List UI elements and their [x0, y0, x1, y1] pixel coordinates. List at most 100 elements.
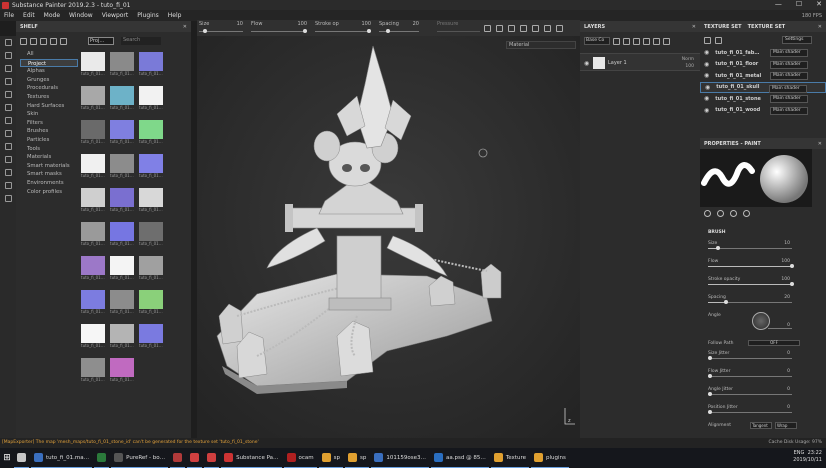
texture-set-name[interactable]: tuto_fi_01_fab… — [715, 50, 759, 56]
taskbar-app[interactable] — [170, 448, 186, 468]
param-knob[interactable] — [724, 300, 729, 304]
resource-thumbnail[interactable]: tuto_fi_01… — [110, 222, 134, 247]
layer-opacity[interactable]: 100 — [685, 64, 694, 69]
jitter-value[interactable]: 0 — [787, 369, 790, 374]
color-picker-icon[interactable] — [4, 117, 12, 124]
add-mask-icon[interactable] — [623, 37, 630, 45]
resource-thumbnail[interactable]: tuto_fi_01… — [139, 86, 163, 111]
category-item[interactable]: Color profiles — [20, 188, 78, 197]
size-value[interactable]: 10 — [237, 21, 243, 27]
category-item[interactable]: Procedurals — [20, 84, 78, 93]
resource-thumbnail[interactable]: tuto_fi_01… — [139, 290, 163, 315]
taskbar-app[interactable]: sp — [345, 448, 370, 468]
resource-thumbnail[interactable]: tuto_fi_01… — [81, 324, 105, 349]
alpha-tab-icon[interactable] — [730, 210, 737, 217]
resource-thumbnail[interactable]: tuto_fi_01… — [110, 324, 134, 349]
jitter-knob[interactable] — [708, 410, 712, 414]
layer-row[interactable]: ◉ Layer 1 Norm 100 — [580, 53, 700, 71]
taskbar-app[interactable]: Substance Pa… — [221, 448, 282, 468]
stencil-tab-icon[interactable] — [743, 210, 750, 217]
projection-icon[interactable] — [4, 65, 12, 72]
param-knob[interactable] — [790, 282, 794, 286]
visibility-toggle-icon[interactable] — [704, 36, 711, 44]
symmetry-icon[interactable] — [484, 24, 491, 32]
shader-select[interactable]: Main shader — [770, 72, 808, 80]
spacing-value[interactable]: 20 — [413, 21, 419, 27]
flow-value[interactable]: 100 — [297, 21, 307, 27]
menu-mode[interactable]: Mode — [44, 12, 60, 19]
category-item[interactable]: Alphas — [20, 67, 78, 76]
category-item[interactable]: Tools — [20, 145, 78, 154]
brush-param-row[interactable]: Angle 0 — [708, 312, 792, 330]
brush-param-row[interactable]: Spacing 20 — [708, 295, 792, 307]
material-sphere-preview[interactable] — [756, 149, 812, 207]
texture-set-name[interactable]: tuto_fi_01_metal — [715, 73, 761, 79]
shader-select[interactable]: Main shader — [770, 60, 808, 69]
import-icon[interactable] — [30, 37, 37, 45]
category-item[interactable]: Filters — [20, 119, 78, 128]
resource-thumbnail[interactable]: tuto_fi_01… — [139, 154, 163, 179]
taskbar-app[interactable] — [94, 448, 110, 468]
param-knob[interactable] — [716, 246, 721, 250]
log-icon[interactable] — [4, 156, 12, 163]
jitter-value[interactable]: 0 — [787, 351, 790, 356]
texture-set-item[interactable]: ◉ tuto_fi_01_stone Main shader — [700, 93, 826, 104]
resource-thumbnail[interactable]: tuto_fi_01… — [110, 86, 134, 111]
taskbar-app[interactable] — [14, 448, 29, 468]
resource-thumbnail[interactable]: tuto_fi_01… — [139, 188, 163, 213]
size-slider[interactable]: Size 10 — [197, 20, 243, 36]
delete-icon[interactable] — [50, 37, 57, 45]
alignment-mode-select[interactable]: Tangent — [750, 422, 772, 429]
stroke-value[interactable]: 100 — [361, 21, 371, 27]
jitter-row[interactable]: Size Jitter 0 — [708, 351, 792, 363]
layer-visibility-icon[interactable]: ◉ — [584, 60, 589, 67]
smudge-icon[interactable] — [4, 91, 12, 98]
layer-blend-mode[interactable]: Norm — [682, 57, 694, 62]
texture-set-item[interactable]: ◉ tuto_fi_01_skull Main shader — [700, 81, 826, 93]
jitter-row[interactable]: Position Jitter 0 — [708, 405, 792, 417]
texture-set-item[interactable]: ◉ tuto_fi_01_fab… Main shader — [700, 47, 826, 58]
delete-layer-icon[interactable] — [663, 37, 670, 45]
jitter-knob[interactable] — [708, 374, 712, 378]
category-item[interactable]: All — [20, 50, 78, 59]
add-layer-icon[interactable] — [643, 37, 650, 45]
category-item[interactable]: Textures — [20, 93, 78, 102]
settings-dropdown[interactable]: Settings — [782, 36, 812, 44]
alignment-wrap-select[interactable]: Wrap — [775, 422, 797, 429]
texture-set-tab[interactable]: TEXTURE SET — [704, 24, 742, 30]
shelf-filter-field[interactable]: Proj… — [88, 37, 114, 45]
jitter-knob[interactable] — [708, 356, 712, 360]
resource-thumbnail[interactable]: tuto_fi_01… — [110, 154, 134, 179]
eye-icon[interactable]: ◉ — [704, 61, 709, 68]
param-knob[interactable] — [790, 264, 794, 268]
grid-icon[interactable] — [508, 24, 515, 32]
display-icon[interactable] — [4, 130, 12, 137]
stroke-opacity-slider[interactable]: Stroke op 100 — [313, 20, 371, 36]
brush-tab-icon[interactable] — [704, 210, 711, 217]
resource-thumbnail[interactable]: tuto_fi_01… — [139, 256, 163, 281]
texture-set-name[interactable]: tuto_fi_01_floor — [715, 61, 758, 67]
category-item[interactable]: Hard Surfaces — [20, 102, 78, 111]
resource-thumbnail[interactable]: tuto_fi_01… — [81, 290, 105, 315]
resource-thumbnail[interactable]: tuto_fi_01… — [139, 120, 163, 145]
spacing-slider[interactable]: Spacing 20 — [377, 20, 419, 36]
resource-thumbnail[interactable]: tuto_fi_01… — [81, 188, 105, 213]
polygon-fill-icon[interactable] — [4, 78, 12, 85]
jitter-value[interactable]: 0 — [787, 405, 790, 410]
history-icon[interactable] — [4, 143, 12, 150]
param-value[interactable]: 100 — [781, 259, 790, 264]
settings-icon[interactable] — [4, 195, 12, 202]
new-folder-icon[interactable] — [20, 37, 27, 45]
menu-viewport[interactable]: Viewport — [102, 12, 129, 19]
shelf-search-input[interactable]: Search — [121, 37, 161, 45]
save-icon[interactable] — [40, 37, 47, 45]
resource-thumbnail[interactable]: tuto_fi_01… — [81, 222, 105, 247]
category-item[interactable]: Grunges — [20, 76, 78, 85]
clone-icon[interactable] — [4, 104, 12, 111]
param-value[interactable]: 10 — [784, 241, 790, 246]
shader-select[interactable]: Main shader — [770, 95, 808, 103]
language-indicator[interactable]: ENG — [794, 450, 805, 456]
material-mode-select[interactable]: Material — [506, 41, 576, 49]
resource-thumbnail[interactable]: tuto_fi_01… — [139, 52, 163, 77]
texture-set-name[interactable]: tuto_fi_01_stone — [715, 96, 761, 102]
